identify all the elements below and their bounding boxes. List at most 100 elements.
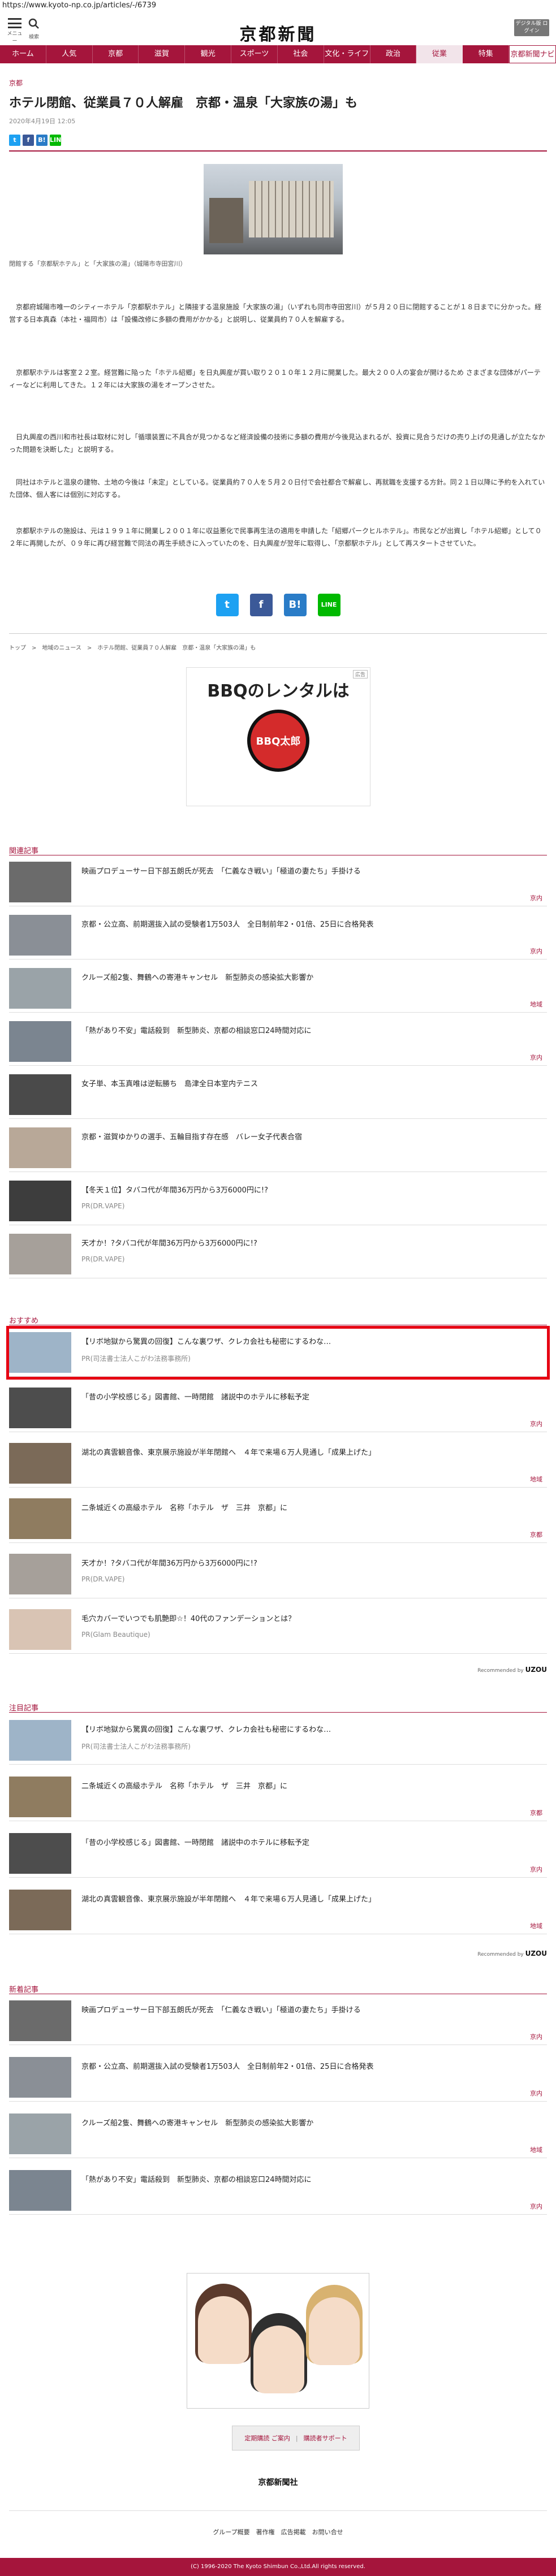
linkedin-icon[interactable]: B! xyxy=(36,135,48,146)
thumbnail xyxy=(9,1021,71,1062)
list-item[interactable]: 二条城近くの高級ホテル 名称「ホテル ザ 三井 京都」に 京都 xyxy=(9,1495,547,1543)
bbq-ad[interactable]: 広告 BBQのレンタルは BBQ太郎 xyxy=(186,667,370,806)
list-item[interactable]: 毛穴カバーでいつでも肌艶即☆！40代のファンデーションとは？ PR(Glam Be… xyxy=(9,1606,547,1654)
item-title: 湖北の真雲観音像、東京展示施設が半年閉館へ ４年で来場６万人見通し「成果上げた」 xyxy=(81,1449,376,1457)
footer-logo[interactable]: 京都新聞社 xyxy=(0,2476,556,2488)
thumbnail xyxy=(9,1554,71,1594)
line-icon[interactable]: LINE xyxy=(50,135,66,146)
ad-label: 広告 xyxy=(352,670,368,678)
nav-tourism[interactable]: 観光 xyxy=(185,45,232,63)
line-icon[interactable]: LINE xyxy=(317,594,341,616)
nav-special[interactable]: 特集 xyxy=(463,45,510,63)
latest-title: 新着記事 xyxy=(9,1986,39,1994)
list-item[interactable]: 天才か！?タバコ代が年間36万円から3万6000円に!? PR(DR.VAPE) xyxy=(9,1230,547,1278)
thumbnail xyxy=(9,2000,71,2041)
list-item[interactable]: 映画プロデューサー日下部五朗氏が死去 「仁義なき戦い」「極道の妻たち」手掛ける京… xyxy=(9,1997,547,2045)
item-title: 「昔の小学校感じる」図書館、一時閉館 諸説中のホテルに移転予定 xyxy=(81,1839,310,1847)
item-sponsor: PR(DR.VAPE) xyxy=(81,1202,125,1210)
item-title: 天才か！?タバコ代が年間36万円から3万6000円に!? xyxy=(81,1559,257,1568)
site-header: メニュー 検索 京都新聞 デジタル版 ログイン xyxy=(0,15,556,45)
item-sponsor: PR(司法書士法人こがわ法務事務所) xyxy=(81,1743,191,1751)
manga-ad-banner[interactable] xyxy=(187,2273,369,2409)
nav-kyoto[interactable]: 京都 xyxy=(93,45,139,63)
list-item[interactable]: 天才か！?タバコ代が年間36万円から3万6000円に!? PR(DR.VAPE) xyxy=(9,1550,547,1598)
nav-politics[interactable]: 政治 xyxy=(370,45,417,63)
divider xyxy=(9,150,547,152)
item-category: 京都 xyxy=(530,1809,542,1817)
list-item[interactable]: クルーズ船2隻、舞鶴への寄港キャンセル 新型肺炎の感染拡大影響か地域 xyxy=(9,965,547,1013)
nav-popular[interactable]: 人気 xyxy=(46,45,93,63)
item-category: 地域 xyxy=(530,1001,542,1008)
nav-home[interactable]: ホーム xyxy=(0,45,46,63)
list-item[interactable]: 【冬天１位】タバコ代が年間36万円から3万6000円に!? PR(DR.VAPE) xyxy=(9,1177,547,1225)
recommend-title: おすすめ xyxy=(9,1317,39,1325)
nav-sports[interactable]: スポーツ xyxy=(231,45,278,63)
article-paragraph: 同社はホテルと温泉の建物、土地の今後は「未定」としている。従業員約７０人を５月２… xyxy=(9,478,545,499)
item-title: クルーズ船2隻、舞鶴への寄港キャンセル 新型肺炎の感染拡大影響か xyxy=(81,974,314,982)
attention-title: 注目記事 xyxy=(9,1704,39,1713)
ad-brand: BBQ太郎 xyxy=(247,710,309,772)
hatena-icon[interactable]: B! xyxy=(283,594,307,616)
item-category: 地域 xyxy=(530,2146,542,2154)
list-item[interactable]: 湖北の真雲観音像、東京展示施設が半年閉館へ ４年で来場６万人見通し「成果上げた」… xyxy=(9,1886,547,1934)
support-button[interactable]: 購読者サポート xyxy=(304,2434,347,2443)
item-title: 映画プロデューサー日下部五朗氏が死去 「仁義なき戦い」「極道の妻たち」手掛ける xyxy=(81,867,361,876)
list-item[interactable]: 京都・公立高、前期選抜入試の受験者1万503人 全日制前年2・01倍、25日に合… xyxy=(9,911,547,959)
item-title: 京都・公立高、前期選抜入試の受験者1万503人 全日制前年2・01倍、25日に合… xyxy=(81,920,374,929)
site-logo[interactable]: 京都新聞 xyxy=(0,20,556,45)
twitter-icon[interactable]: t xyxy=(9,135,20,146)
thumbnail xyxy=(9,1890,71,1930)
breadcrumb[interactable]: トップ > 地域のニュース > ホテル閉館、従業員７０人解雇 京都・温泉「大家族… xyxy=(9,643,256,651)
facebook-icon[interactable]: f xyxy=(249,594,273,616)
list-item[interactable]: 京都・公立高、前期選抜入試の受験者1万503人 全日制前年2・01倍、25日に合… xyxy=(9,2054,547,2102)
thumbnail xyxy=(9,2113,71,2154)
thumbnail xyxy=(9,1609,71,1650)
list-item[interactable]: クルーズ船2隻、舞鶴への寄港キャンセル 新型肺炎の感染拡大影響か地域 xyxy=(9,2110,547,2158)
thumbnail xyxy=(9,1443,71,1484)
list-item[interactable]: 【リボ地獄から驚異の回復】こんな裏ワザ、クレカ会社も秘密にするわな… PR(司法書… xyxy=(9,1717,547,1765)
item-title: 女子単、本玉真唯は逆転勝ち 島津全日本室内テニス xyxy=(81,1080,258,1088)
item-sponsor: PR(Glam Beautique) xyxy=(81,1631,150,1639)
nav-navi[interactable]: 京都新聞ナビ xyxy=(509,45,556,63)
nav-shiga[interactable]: 滋賀 xyxy=(139,45,186,63)
nav-jugyo[interactable]: 従業 xyxy=(416,45,463,63)
item-title: 湖北の真雲観音像、東京展示施設が半年閉館へ ４年で来場６万人見通し「成果上げた」 xyxy=(81,1895,376,1904)
share-small: t f B! LINE xyxy=(0,135,556,146)
list-item[interactable]: 「熱があり不安」電話殺到 新型肺炎、京都の相談窓口24時間対応に 京内 xyxy=(9,2167,547,2215)
item-sponsor: PR(司法書士法人こがわ法務事務所) xyxy=(81,1355,191,1363)
related-title: 関連記事 xyxy=(9,847,39,855)
item-title: 【リボ地獄から驚異の回復】こんな裏ワザ、クレカ会社も秘密にするわな… xyxy=(81,1338,331,1346)
item-title: 「熱があり不安」電話殺到 新型肺炎、京都の相談窓口24時間対応に xyxy=(81,2176,312,2184)
list-item[interactable]: 女子単、本玉真唯は逆転勝ち 島津全日本室内テニス xyxy=(9,1071,547,1119)
uzou-credit[interactable]: Recommended by UZOU xyxy=(477,1666,547,1674)
thumbnail xyxy=(9,968,71,1009)
list-item[interactable]: 映画プロデューサー日下部五朗氏が死去 「仁義なき戦い」「極道の妻たち」手掛ける京… xyxy=(9,858,547,906)
photo-caption: 閉館する「京都駅ホテル」と「大家族の湯」（城陽市寺田宮川） xyxy=(9,260,187,267)
list-item[interactable]: 【リボ地獄から驚異の回復】こんな裏ワザ、クレカ会社も秘密にするわな… PR(司法書… xyxy=(6,1326,550,1380)
thumbnail xyxy=(9,1127,71,1168)
uzou-credit[interactable]: Recommended by UZOU xyxy=(477,1950,547,1957)
item-category: 京内 xyxy=(530,2033,542,2041)
item-title: 映画プロデューサー日下部五朗氏が死去 「仁義なき戦い」「極道の妻たち」手掛ける xyxy=(81,2006,361,2015)
list-item[interactable]: 湖北の真雲観音像、東京展示施設が半年閉館へ ４年で来場６万人見通し「成果上げた」… xyxy=(9,1440,547,1488)
item-sponsor: PR(DR.VAPE) xyxy=(81,1575,125,1583)
list-item[interactable]: 「熱があり不安」電話殺到 新型肺炎、京都の相談窓口24時間対応に 京内 xyxy=(9,1018,547,1066)
footer-links[interactable]: グループ概要 著作権 広告掲載 お問い合せ xyxy=(0,2527,556,2536)
item-category: 京内 xyxy=(530,1054,542,1061)
item-title: クルーズ船2隻、舞鶴への寄港キャンセル 新型肺炎の感染拡大影響か xyxy=(81,2119,314,2128)
nav-society[interactable]: 社会 xyxy=(278,45,324,63)
list-item[interactable]: 二条城近くの高級ホテル 名称「ホテル ザ 三井 京都」に 京都 xyxy=(9,1773,547,1821)
share-large: t f B! LINE xyxy=(0,594,556,616)
list-item[interactable]: 京都・滋賀ゆかりの選手、五輪目指す存在感 バレー女子代表合宿 xyxy=(9,1124,547,1172)
subscribe-button[interactable]: 定期購読 ご案内 xyxy=(244,2434,290,2443)
nav-culture[interactable]: 文化・ライフ xyxy=(324,45,370,63)
digital-login-button[interactable]: デジタル版 ログイン xyxy=(514,19,549,36)
list-item[interactable]: 「昔の小学校感じる」図書館、一時閉館 諸説中のホテルに移転予定 京内 xyxy=(9,1830,547,1878)
url-bar[interactable]: https://www.kyoto-np.co.jp/articles/-/67… xyxy=(0,0,158,11)
twitter-icon[interactable]: t xyxy=(215,594,239,616)
article-photo[interactable] xyxy=(204,164,343,254)
facebook-icon[interactable]: f xyxy=(23,135,34,146)
list-item[interactable]: 「昔の小学校感じる」図書館、一時閉館 諸説中のホテルに移転予定 京内 xyxy=(9,1384,547,1432)
article-paragraph: 京都駅ホテルは客室２２室。経営難に陥った「ホテル紹郷」を日丸興産が買い取り２０１… xyxy=(9,369,541,389)
item-title: 【冬天１位】タバコ代が年間36万円から3万6000円に!? xyxy=(81,1186,269,1195)
